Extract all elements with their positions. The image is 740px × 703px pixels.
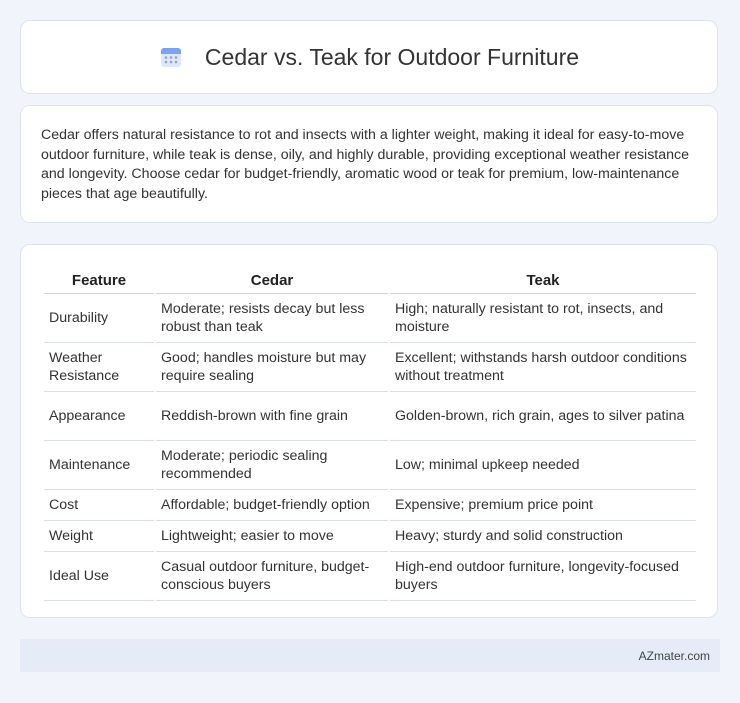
cell-teak: Low; minimal upkeep needed xyxy=(390,441,696,490)
cell-cedar: Affordable; budget-friendly option xyxy=(156,490,388,521)
table-row: Cost Affordable; budget-friendly option … xyxy=(44,490,696,521)
table-row: Ideal Use Casual outdoor furniture, budg… xyxy=(44,552,696,601)
cell-teak: Expensive; premium price point xyxy=(390,490,696,521)
header-cedar: Cedar xyxy=(156,267,388,294)
calendar-icon xyxy=(159,45,183,69)
cell-teak: High-end outdoor furniture, longevity-fo… xyxy=(390,552,696,601)
summary-card: Cedar offers natural resistance to rot a… xyxy=(20,105,718,223)
cell-cedar: Moderate; resists decay but less robust … xyxy=(156,294,388,343)
title-card: Cedar vs. Teak for Outdoor Furniture xyxy=(20,20,718,94)
cell-feature: Maintenance xyxy=(44,441,154,490)
cell-feature: Cost xyxy=(44,490,154,521)
table-row: Durability Moderate; resists decay but l… xyxy=(44,294,696,343)
footer: AZmater.com xyxy=(20,639,720,672)
table-header-row: Feature Cedar Teak xyxy=(44,267,696,294)
cell-teak: High; naturally resistant to rot, insect… xyxy=(390,294,696,343)
table-row: Maintenance Moderate; periodic sealing r… xyxy=(44,441,696,490)
cell-teak: Golden-brown, rich grain, ages to silver… xyxy=(390,392,696,441)
title-wrap: Cedar vs. Teak for Outdoor Furniture xyxy=(159,44,579,71)
cell-feature: Durability xyxy=(44,294,154,343)
table-row: Weather Resistance Good; handles moistur… xyxy=(44,343,696,392)
header-feature: Feature xyxy=(44,267,154,294)
table-row: Appearance Reddish-brown with fine grain… xyxy=(44,392,696,441)
cell-feature: Weather Resistance xyxy=(44,343,154,392)
cell-feature: Weight xyxy=(44,521,154,552)
footer-source: AZmater.com xyxy=(638,648,710,663)
cell-cedar: Moderate; periodic sealing recommended xyxy=(156,441,388,490)
table-card: Feature Cedar Teak Durability Moderate; … xyxy=(20,244,718,618)
page-title: Cedar vs. Teak for Outdoor Furniture xyxy=(204,43,580,70)
cell-cedar: Good; handles moisture but may require s… xyxy=(156,343,388,392)
cell-teak: Heavy; sturdy and solid construction xyxy=(390,521,696,552)
cell-cedar: Lightweight; easier to move xyxy=(156,521,388,552)
cell-feature: Ideal Use xyxy=(44,552,154,601)
header-teak: Teak xyxy=(390,267,696,294)
table-row: Weight Lightweight; easier to move Heavy… xyxy=(44,521,696,552)
comparison-table: Feature Cedar Teak Durability Moderate; … xyxy=(42,267,698,601)
cell-feature: Appearance xyxy=(44,392,154,441)
cell-cedar: Reddish-brown with fine grain xyxy=(156,392,388,441)
cell-cedar: Casual outdoor furniture, budget-conscio… xyxy=(156,552,388,601)
cell-teak: Excellent; withstands harsh outdoor cond… xyxy=(390,343,696,392)
summary-text: Cedar offers natural resistance to rot a… xyxy=(41,127,690,202)
